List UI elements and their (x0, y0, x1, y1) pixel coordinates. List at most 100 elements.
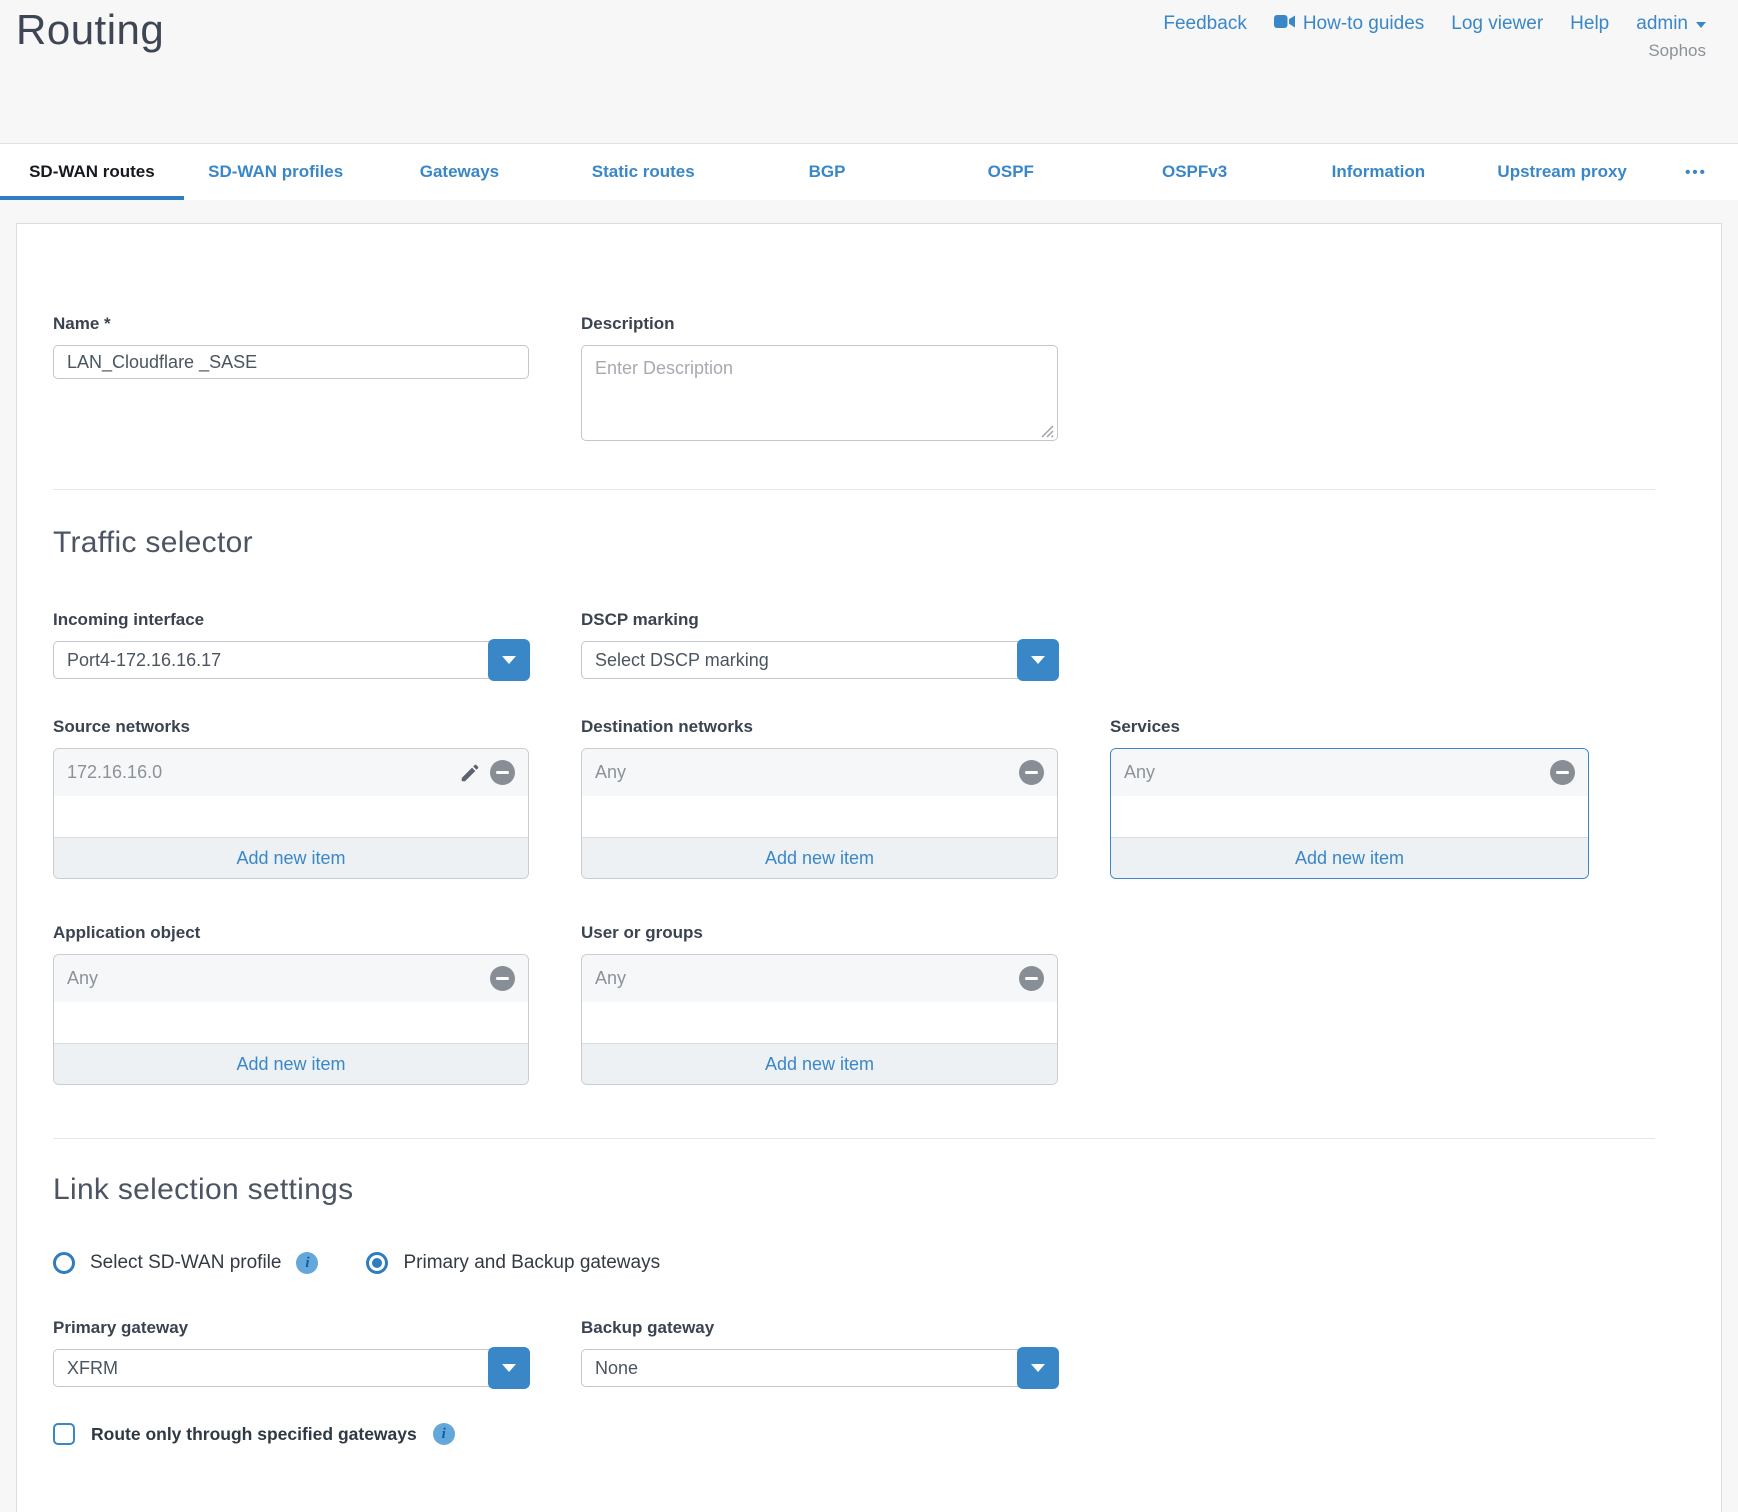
tab-ospf[interactable]: OSPF (919, 144, 1103, 200)
info-icon[interactable]: i (296, 1252, 318, 1274)
tab-static-routes[interactable]: Static routes (551, 144, 735, 200)
tab-gateways[interactable]: Gateways (368, 144, 552, 200)
radio-label: Select SD-WAN profile (90, 1252, 281, 1274)
name-label: Name * (53, 314, 529, 336)
incoming-interface-value: Port4-172.16.16.17 (67, 650, 221, 671)
list-item: 172.16.16.0 (54, 749, 528, 796)
radio-label: Primary and Backup gateways (403, 1252, 660, 1274)
list-item-value: Any (1124, 762, 1550, 783)
howto-guides-link[interactable]: How-to guides (1274, 13, 1424, 35)
list-empty-area (54, 1002, 528, 1043)
tab-bgp[interactable]: BGP (735, 144, 919, 200)
dscp-marking-select[interactable]: Select DSCP marking (581, 641, 1058, 679)
chevron-down-icon (1696, 22, 1706, 28)
add-new-item-button[interactable]: Add new item (54, 837, 528, 878)
admin-menu[interactable]: admin (1636, 13, 1706, 35)
radio-unchecked-icon (53, 1252, 75, 1274)
tab-information[interactable]: Information (1286, 144, 1470, 200)
section-divider (53, 1138, 1655, 1139)
page-header: Routing Feedback How-to guides Log viewe… (0, 0, 1738, 143)
page-title: Routing (16, 6, 164, 54)
application-users-row: Application object Any Add new item User… (17, 923, 1721, 1085)
list-item: Any (582, 955, 1057, 1002)
route-only-checkbox[interactable] (53, 1423, 75, 1445)
feedback-link[interactable]: Feedback (1163, 13, 1246, 35)
list-item-value: 172.16.16.0 (67, 762, 459, 783)
route-editor-card: Name * Description Traffic selector Inco… (16, 223, 1722, 1512)
add-new-item-button[interactable]: Add new item (582, 1043, 1057, 1084)
name-description-row: Name * Description (17, 314, 1721, 446)
traffic-selector-heading: Traffic selector (17, 526, 1721, 560)
remove-icon[interactable] (1019, 760, 1044, 785)
interface-dscp-row: Incoming interface Port4-172.16.16.17 DS… (17, 610, 1721, 679)
list-empty-area (582, 796, 1057, 837)
list-empty-area (582, 1002, 1057, 1043)
primary-gateway-select[interactable]: XFRM (53, 1349, 529, 1387)
application-object-box: Any Add new item (53, 954, 529, 1085)
list-item: Any (1111, 749, 1588, 796)
dropdown-arrow-icon (1017, 1347, 1059, 1389)
section-divider (53, 489, 1655, 490)
info-icon[interactable]: i (433, 1423, 455, 1445)
list-empty-area (54, 796, 528, 837)
tab-sd-wan-profiles[interactable]: SD-WAN profiles (184, 144, 368, 200)
remove-icon[interactable] (490, 966, 515, 991)
services-label: Services (1110, 717, 1589, 739)
remove-icon[interactable] (490, 760, 515, 785)
route-only-row: Route only through specified gateways i (17, 1423, 1721, 1445)
add-new-item-button[interactable]: Add new item (1111, 837, 1588, 878)
tab-upstream-proxy[interactable]: Upstream proxy (1470, 144, 1654, 200)
tab-ospfv3[interactable]: OSPFv3 (1103, 144, 1287, 200)
list-item: Any (54, 955, 528, 1002)
howto-guides-label: How-to guides (1303, 13, 1424, 35)
radio-select-sdwan-profile[interactable]: Select SD-WAN profile i (53, 1252, 318, 1274)
primary-gateway-value: XFRM (67, 1358, 118, 1379)
dropdown-arrow-icon (488, 1347, 530, 1389)
list-item: Any (582, 749, 1057, 796)
route-only-label: Route only through specified gateways (91, 1424, 417, 1445)
list-empty-area (1111, 796, 1588, 837)
add-new-item-button[interactable]: Add new item (54, 1043, 528, 1084)
source-networks-box: 172.16.16.0 Add new item (53, 748, 529, 879)
services-box: Any Add new item (1110, 748, 1589, 879)
remove-icon[interactable] (1019, 966, 1044, 991)
list-item-value: Any (67, 968, 490, 989)
destination-networks-box: Any Add new item (581, 748, 1058, 879)
link-selection-heading: Link selection settings (17, 1173, 1721, 1207)
backup-gateway-value: None (595, 1358, 638, 1379)
admin-label: admin (1636, 13, 1688, 35)
networks-row: Source networks 172.16.16.0 Add new item (17, 717, 1721, 879)
description-input[interactable] (581, 345, 1058, 441)
top-nav: Feedback How-to guides Log viewer Help a… (1163, 13, 1706, 35)
incoming-interface-select[interactable]: Port4-172.16.16.17 (53, 641, 529, 679)
primary-gateway-label: Primary gateway (53, 1318, 529, 1340)
backup-gateway-label: Backup gateway (581, 1318, 1058, 1340)
add-new-item-button[interactable]: Add new item (582, 837, 1057, 878)
incoming-interface-label: Incoming interface (53, 610, 529, 632)
destination-networks-label: Destination networks (581, 717, 1058, 739)
tab-more-menu[interactable]: ••• (1654, 144, 1738, 200)
dscp-marking-label: DSCP marking (581, 610, 1058, 632)
name-input[interactable] (53, 345, 529, 379)
backup-gateway-select[interactable]: None (581, 1349, 1058, 1387)
edit-icon[interactable] (459, 762, 481, 784)
radio-checked-icon (366, 1252, 388, 1274)
gateways-row: Primary gateway XFRM Backup gateway None (17, 1318, 1721, 1387)
tab-sd-wan-routes[interactable]: SD-WAN routes (0, 144, 184, 200)
remove-icon[interactable] (1550, 760, 1575, 785)
source-networks-label: Source networks (53, 717, 529, 739)
description-label: Description (581, 314, 1058, 336)
routing-page: Routing Feedback How-to guides Log viewe… (0, 0, 1738, 1512)
user-or-groups-box: Any Add new item (581, 954, 1058, 1085)
radio-primary-backup-gateways[interactable]: Primary and Backup gateways (366, 1252, 660, 1274)
video-camera-icon (1274, 13, 1295, 35)
list-item-value: Any (595, 762, 1019, 783)
list-item-value: Any (595, 968, 1019, 989)
help-link[interactable]: Help (1570, 13, 1609, 35)
user-or-groups-label: User or groups (581, 923, 1058, 945)
dropdown-arrow-icon (488, 639, 530, 681)
resize-handle-icon[interactable] (1041, 425, 1054, 438)
application-object-label: Application object (53, 923, 529, 945)
log-viewer-link[interactable]: Log viewer (1451, 13, 1543, 35)
link-mode-radio-group: Select SD-WAN profile i Primary and Back… (17, 1252, 1721, 1274)
